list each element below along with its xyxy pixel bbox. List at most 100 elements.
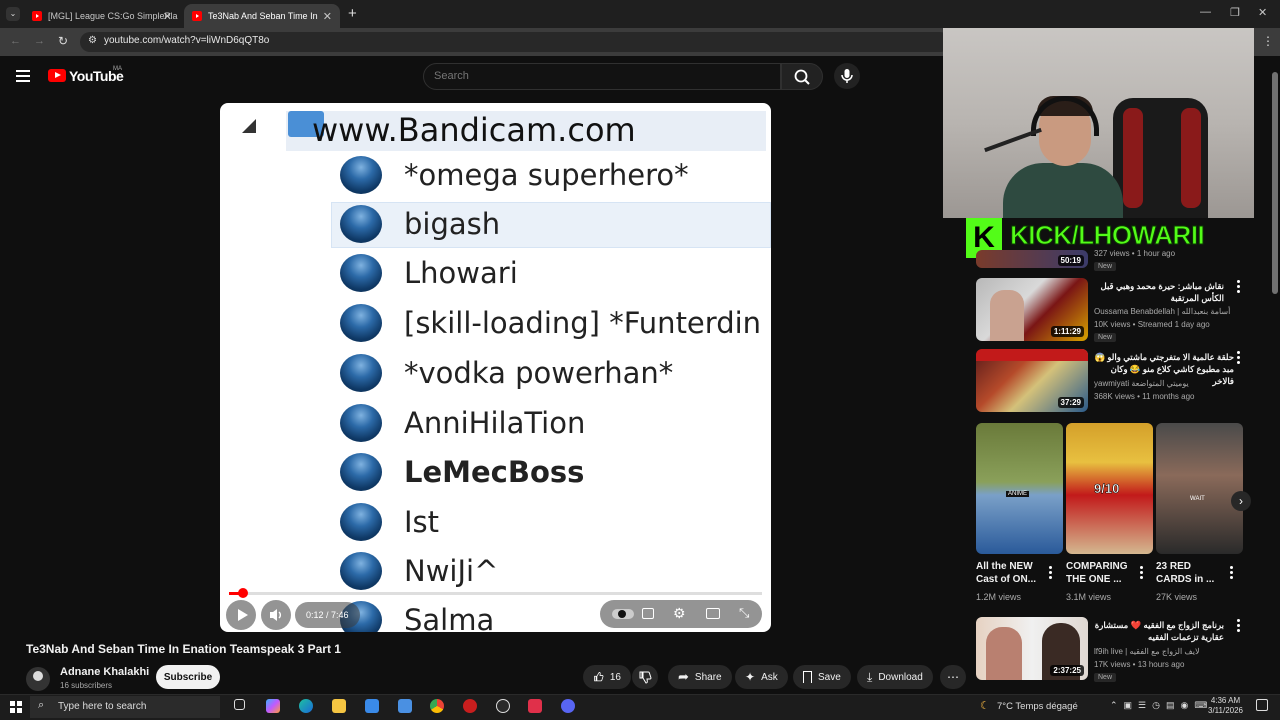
user-status-ball-icon xyxy=(340,404,382,442)
short-views: 27K views xyxy=(1156,592,1198,602)
forward-icon[interactable]: → xyxy=(34,35,45,47)
like-button[interactable]: 16 xyxy=(583,665,631,689)
obs-icon[interactable] xyxy=(496,699,510,713)
site-info-icon[interactable]: ⚙ xyxy=(88,35,97,46)
rec-channel[interactable]: Oussama Benabdellah | أسامة بنعبدالله xyxy=(1094,307,1230,316)
rec-thumbnail[interactable]: 50:19 xyxy=(976,250,1088,268)
video-title: Te3Nab And Seban Time In Enation Teamspe… xyxy=(26,642,341,656)
captions-icon[interactable] xyxy=(642,608,654,619)
rec-title[interactable]: نقاش مباشر: حيرة محمد وهبي قبل الكأس الم… xyxy=(1094,280,1224,304)
close-tab-icon[interactable]: ✕ xyxy=(163,10,172,23)
scrollbar-thumb[interactable] xyxy=(1272,72,1278,294)
microphone-icon xyxy=(841,69,853,83)
rec-menu-icon[interactable] xyxy=(1237,619,1240,634)
app-icon[interactable] xyxy=(528,699,542,713)
chrome-icon[interactable] xyxy=(430,699,444,713)
short-thumbnail[interactable]: WAIT xyxy=(1156,423,1243,554)
teamspeak-username: NwiJi^ xyxy=(404,554,499,588)
short-menu-icon[interactable] xyxy=(1049,566,1052,581)
short-views: 1.2M views xyxy=(976,592,1022,602)
teamspeak-username: Ist xyxy=(404,505,440,539)
ask-button[interactable]: ✦ Ask xyxy=(735,665,788,689)
fullscreen-icon[interactable]: ⤡ xyxy=(739,605,749,621)
settings-app-icon[interactable] xyxy=(398,699,412,713)
rec-meta: 17K views • 13 hours ago xyxy=(1094,660,1185,669)
save-label: Save xyxy=(818,671,841,683)
short-title[interactable]: 23 RED CARDS in ... xyxy=(1156,560,1218,586)
notifications-icon[interactable] xyxy=(1256,699,1268,711)
hamburger-menu-icon[interactable] xyxy=(16,70,30,82)
search-input[interactable] xyxy=(434,70,734,82)
new-tab-button[interactable]: + xyxy=(348,5,357,22)
back-icon[interactable]: ← xyxy=(10,35,21,47)
url-text[interactable]: youtube.com/watch?v=liWnD6qQT8o xyxy=(104,35,269,46)
save-button[interactable]: Save xyxy=(793,665,851,689)
task-view-icon[interactable] xyxy=(234,699,245,710)
tab-list-icon[interactable]: ⌄ xyxy=(6,7,20,21)
progress-track[interactable] xyxy=(229,592,762,595)
browser-menu-icon[interactable]: ⋮ xyxy=(1262,34,1274,48)
video-player[interactable]: www.Bandicam.com *omega superhero* bigash… xyxy=(220,103,771,632)
minimize-icon[interactable]: — xyxy=(1200,6,1211,18)
teamspeak-user-row: Ist xyxy=(340,499,439,545)
user-status-ball-icon xyxy=(340,453,382,491)
short-thumbnail[interactable]: 9/10 xyxy=(1066,423,1153,554)
more-actions-button[interactable]: ⋯ xyxy=(940,665,966,689)
rec-meta: 327 views • 1 hour ago xyxy=(1094,249,1176,258)
webcam-overlay xyxy=(943,28,1254,218)
rec-channel[interactable]: lf9ih live | لايف الزواج مع الفقيه xyxy=(1094,647,1200,656)
weather-text[interactable]: 7°C Temps dégagé xyxy=(997,701,1078,712)
settings-icon[interactable]: ⚙ xyxy=(673,605,686,622)
discord-icon[interactable] xyxy=(561,699,575,713)
rec-menu-icon[interactable] xyxy=(1237,351,1240,366)
rec-channel[interactable]: yawmiyati يوميتي المتواضعة xyxy=(1094,379,1189,388)
rec-thumbnail[interactable]: 2:37:25 xyxy=(976,617,1088,680)
clock[interactable]: 4:36 AM 3/11/2026 xyxy=(1208,696,1243,716)
close-tab-icon[interactable]: ✕ xyxy=(323,10,332,23)
copilot-icon[interactable] xyxy=(266,699,280,713)
rec-title[interactable]: برنامج الزواج مع الفقيه ❤️ مستشارة عقاري… xyxy=(1094,619,1224,643)
taskbar-search-placeholder[interactable]: Type here to search xyxy=(58,701,146,712)
record-app-icon[interactable] xyxy=(463,699,477,713)
autoplay-toggle[interactable] xyxy=(612,609,634,619)
volume-button[interactable] xyxy=(261,600,291,630)
miniplayer-icon[interactable] xyxy=(706,608,720,619)
download-button[interactable]: ⤓ Download xyxy=(857,665,933,689)
voice-search-button[interactable] xyxy=(834,63,860,89)
short-menu-icon[interactable] xyxy=(1140,566,1143,581)
youtube-logo-icon[interactable] xyxy=(48,69,66,82)
progress-scrubber[interactable] xyxy=(238,588,248,598)
system-tray-icons[interactable]: ⌃▣☰◷▤◉⌨ xyxy=(1110,700,1213,711)
search-button[interactable] xyxy=(781,63,823,90)
browser-tab[interactable]: [MGL] League CS:Go SimplePla ✕ xyxy=(24,4,180,28)
teamspeak-username: bigash xyxy=(404,207,501,241)
windows-start-icon[interactable] xyxy=(10,701,22,713)
reload-icon[interactable]: ↻ xyxy=(58,34,68,48)
browser-tab-active[interactable]: Te3Nab And Seban Time In ✕ xyxy=(184,4,340,28)
close-window-icon[interactable]: ✕ xyxy=(1258,6,1267,19)
short-title[interactable]: All the NEW Cast of ON... xyxy=(976,560,1044,586)
short-title[interactable]: COMPARING THE ONE ... xyxy=(1066,560,1134,586)
shorts-next-icon[interactable]: › xyxy=(1231,491,1251,511)
restore-icon[interactable]: ❐ xyxy=(1230,6,1240,19)
subscribe-button[interactable]: Subscribe xyxy=(156,665,220,689)
channel-avatar[interactable] xyxy=(26,667,50,691)
wait-label: WAIT xyxy=(1190,496,1205,502)
more-icon: ⋯ xyxy=(947,670,959,684)
channel-name[interactable]: Adnane Khalakhi xyxy=(60,666,149,678)
rec-thumbnail[interactable]: 1:11:29 xyxy=(976,278,1088,341)
dislike-button[interactable] xyxy=(632,665,658,689)
sparkle-icon: ✦ xyxy=(745,670,756,684)
store-icon[interactable] xyxy=(365,699,379,713)
edge-icon[interactable] xyxy=(299,699,313,713)
file-explorer-icon[interactable] xyxy=(332,699,346,713)
rec-thumbnail[interactable]: 37:29 xyxy=(976,349,1088,412)
short-thumbnail[interactable]: ANIME xyxy=(976,423,1063,554)
share-button[interactable]: ➦ Share xyxy=(668,665,732,689)
search-icon: ⌕ xyxy=(38,699,45,711)
play-button[interactable] xyxy=(226,600,256,630)
teamspeak-username: Salma xyxy=(404,603,495,632)
rec-menu-icon[interactable] xyxy=(1237,280,1240,295)
short-menu-icon[interactable] xyxy=(1230,566,1233,581)
teamspeak-user-row: [skill-loading] *Funterdin xyxy=(340,300,761,346)
